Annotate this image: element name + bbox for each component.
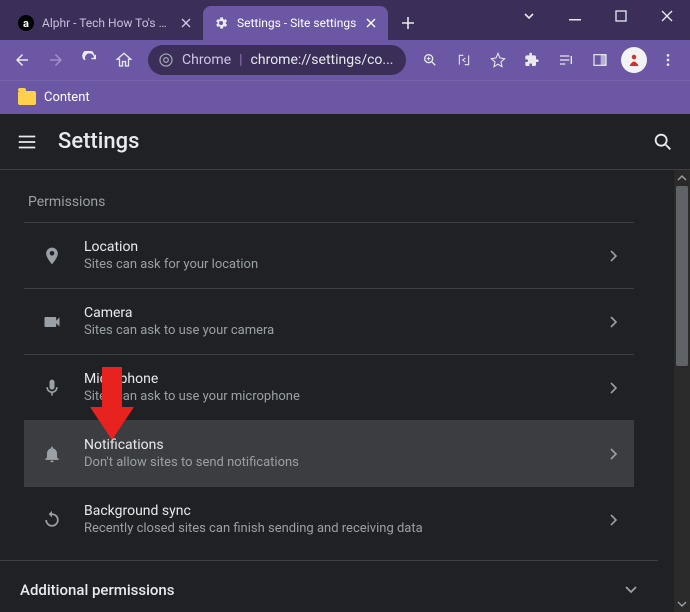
row-sub: Sites can ask to use your camera: [84, 323, 590, 338]
browser-toolbar: Chrome | chrome://settings/co...: [0, 40, 690, 80]
new-tab-button[interactable]: [394, 9, 422, 37]
scrollbar-thumb[interactable]: [676, 186, 688, 366]
maximize-button[interactable]: [598, 0, 644, 32]
alphr-favicon: a: [18, 15, 34, 31]
scroll-down-icon[interactable]: [674, 596, 690, 612]
address-bar[interactable]: Chrome | chrome://settings/co...: [148, 45, 406, 75]
reload-button[interactable]: [74, 44, 106, 76]
bookmarks-bar: Content: [0, 80, 690, 114]
row-title: Location: [84, 239, 590, 255]
row-notifications[interactable]: Notifications Don't allow sites to send …: [24, 420, 634, 486]
tab-settings[interactable]: Settings - Site settings: [203, 6, 388, 40]
close-icon[interactable]: [179, 16, 193, 30]
row-title: Camera: [84, 305, 590, 321]
side-panel-button[interactable]: [584, 44, 616, 76]
section-title: Permissions: [24, 194, 634, 210]
avatar: [621, 47, 647, 73]
svg-text:a: a: [23, 17, 29, 30]
row-sub: Sites can ask to use your microphone: [84, 389, 590, 404]
location-icon: [40, 246, 64, 266]
close-window-button[interactable]: [644, 0, 690, 32]
sync-icon: [40, 510, 64, 530]
window-titlebar: a Alphr - Tech How To's & ... Settings -…: [0, 0, 690, 40]
bookmark-folder-content[interactable]: Content: [12, 86, 96, 109]
tab-strip: a Alphr - Tech How To's & ... Settings -…: [0, 0, 422, 40]
scroll-up-icon[interactable]: [674, 170, 690, 186]
settings-appbar: Settings: [0, 114, 690, 170]
omnibox-url: chrome://settings/co...: [251, 52, 396, 68]
profile-button[interactable]: [618, 44, 650, 76]
tab-title: Alphr - Tech How To's & ...: [42, 16, 171, 30]
scrollbar[interactable]: [674, 170, 690, 612]
additional-label: Additional permissions: [20, 581, 624, 599]
microphone-icon: [40, 378, 64, 398]
row-title: Microphone: [84, 371, 590, 387]
chevron-right-icon: [610, 448, 618, 460]
row-background-sync[interactable]: Background sync Recently closed sites ca…: [24, 486, 634, 552]
bookmark-star-button[interactable]: [482, 44, 514, 76]
omnibox-prefix: Chrome: [182, 52, 231, 68]
additional-permissions[interactable]: Additional permissions: [0, 560, 658, 612]
gear-icon: [213, 15, 229, 31]
row-title: Background sync: [84, 503, 590, 519]
bookmark-label: Content: [44, 90, 90, 105]
row-camera[interactable]: Camera Sites can ask to use your camera: [24, 288, 634, 354]
permissions-section: Permissions Location Sites can ask for y…: [0, 170, 658, 560]
row-title: Notifications: [84, 437, 590, 453]
reading-list-button[interactable]: [550, 44, 582, 76]
row-microphone[interactable]: Microphone Sites can ask to use your mic…: [24, 354, 634, 420]
chevron-right-icon: [610, 316, 618, 328]
minimize-button[interactable]: [552, 0, 598, 32]
tab-alphr[interactable]: a Alphr - Tech How To's & ...: [8, 6, 203, 40]
bell-icon: [40, 444, 64, 464]
search-icon[interactable]: [652, 131, 674, 153]
close-icon[interactable]: [364, 16, 378, 30]
page-title: Settings: [58, 129, 139, 154]
back-button[interactable]: [6, 44, 38, 76]
menu-button[interactable]: [652, 44, 684, 76]
row-sub: Don't allow sites to send notifications: [84, 455, 590, 470]
chevron-right-icon: [610, 514, 618, 526]
zoom-button[interactable]: [414, 44, 446, 76]
home-button[interactable]: [108, 44, 140, 76]
chrome-icon: [158, 52, 174, 68]
folder-icon: [18, 91, 36, 105]
content-area: Permissions Location Sites can ask for y…: [0, 170, 690, 612]
chevron-down-icon: [624, 585, 638, 595]
chevron-right-icon: [610, 250, 618, 262]
scroll-region[interactable]: Permissions Location Sites can ask for y…: [0, 170, 674, 612]
extensions-button[interactable]: [516, 44, 548, 76]
camera-icon: [40, 312, 64, 332]
minimize-tabsearch-button[interactable]: [506, 0, 552, 32]
forward-button[interactable]: [40, 44, 72, 76]
window-controls: [506, 0, 690, 32]
menu-icon[interactable]: [16, 131, 38, 153]
row-sub: Sites can ask for your location: [84, 257, 590, 272]
share-button[interactable]: [448, 44, 480, 76]
tab-title: Settings - Site settings: [237, 16, 356, 30]
row-location[interactable]: Location Sites can ask for your location: [24, 222, 634, 288]
chevron-right-icon: [610, 382, 618, 394]
row-sub: Recently closed sites can finish sending…: [84, 521, 590, 536]
